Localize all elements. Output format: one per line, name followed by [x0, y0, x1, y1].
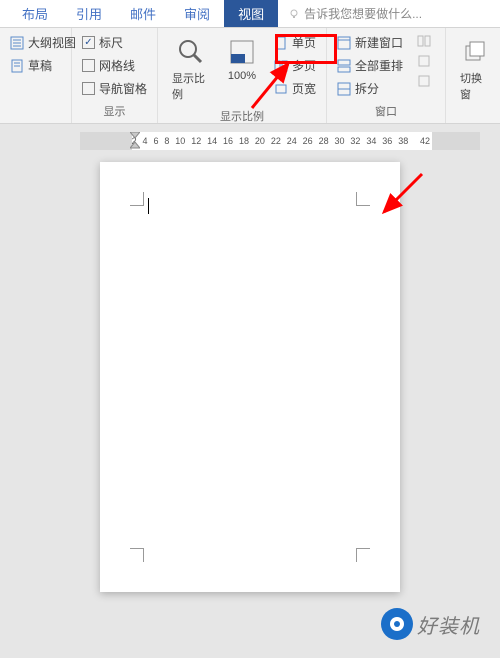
outline-view-label: 大纲视图 [28, 34, 76, 51]
ruler-tick: 34 [366, 136, 376, 146]
sync-scroll-icon [417, 54, 431, 68]
watermark-text: 好装机 [417, 610, 480, 639]
tell-me-search[interactable]: 告诉我您想要做什么... [278, 5, 422, 22]
ruler-tick: 10 [175, 136, 185, 146]
ruler-marks: 8642246810121416182022242628303234363842… [80, 136, 480, 146]
ruler-tick: 12 [191, 136, 201, 146]
margin-corner-tr [356, 192, 370, 206]
ruler-tick: 14 [207, 136, 217, 146]
gridlines-checkbox[interactable]: 网格线 [78, 55, 151, 76]
ruler-tick: 30 [335, 136, 345, 146]
ruler-tick: 38 [398, 136, 408, 146]
tab-review[interactable]: 审阅 [170, 0, 224, 27]
group-show: ✓ 标尺 网格线 导航窗格 显示 [72, 28, 158, 123]
outline-view-button[interactable]: 大纲视图 [6, 32, 80, 53]
ruler-tick: 22 [271, 136, 281, 146]
group-views: 大纲视图 草稿 [0, 28, 72, 123]
group-switch: 切换窗 [446, 28, 500, 123]
arrange-all-icon [337, 59, 351, 73]
ruler-tick: 16 [223, 136, 233, 146]
switch-windows-icon [460, 36, 492, 68]
navpane-checkbox[interactable]: 导航窗格 [78, 78, 151, 99]
ruler-label: 标尺 [99, 34, 123, 51]
navpane-label: 导航窗格 [99, 80, 147, 97]
zoom-label: 显示比例 [172, 70, 210, 102]
switch-windows-button[interactable]: 切换窗 [452, 32, 500, 106]
ruler-tick: 36 [382, 136, 392, 146]
split-label: 拆分 [355, 80, 379, 97]
tab-references[interactable]: 引用 [62, 0, 116, 27]
show-group-label: 显示 [78, 101, 151, 121]
checkbox-checked-icon: ✓ [82, 36, 95, 49]
lightbulb-icon [288, 8, 300, 20]
margin-corner-bl [130, 548, 144, 562]
one-page-button[interactable]: 单页 [270, 32, 320, 53]
reset-position-button[interactable] [413, 72, 439, 90]
ruler-right-margin [432, 132, 480, 150]
ruler-checkbox[interactable]: ✓ 标尺 [78, 32, 151, 53]
window-group-label: 窗口 [333, 101, 439, 121]
ruler-tick: 4 [143, 136, 148, 146]
watermark: 好装机 [381, 608, 480, 640]
ruler-tick: 6 [153, 136, 158, 146]
tell-me-label: 告诉我您想要做什么... [304, 5, 422, 22]
margin-corner-br [356, 548, 370, 562]
checkbox-icon [82, 59, 95, 72]
ruler-left-margin [80, 132, 132, 150]
ruler-tick: 8 [164, 136, 169, 146]
ruler-tick: 20 [255, 136, 265, 146]
ruler-tick: 18 [239, 136, 249, 146]
one-page-icon [274, 36, 288, 50]
tab-mailings[interactable]: 邮件 [116, 0, 170, 27]
draft-view-label: 草稿 [28, 57, 52, 74]
ruler-tick: 26 [303, 136, 313, 146]
tab-layout[interactable]: 布局 [8, 0, 62, 27]
ruler-tick: 32 [350, 136, 360, 146]
arrow-annotation-1 [244, 56, 304, 116]
arrow-annotation-2 [378, 168, 430, 220]
ribbon-tabs: 布局 引用 邮件 审阅 视图 告诉我您想要做什么... [0, 0, 500, 28]
ruler-tick: 24 [287, 136, 297, 146]
arrange-all-label: 全部重排 [355, 57, 403, 74]
ruler-tick: 28 [319, 136, 329, 146]
margin-corner-tl [130, 192, 144, 206]
arrange-all-button[interactable]: 全部重排 [333, 55, 407, 76]
side-by-side-icon [417, 34, 431, 48]
document-page[interactable] [100, 162, 400, 592]
outline-icon [10, 36, 24, 50]
tab-view[interactable]: 视图 [224, 0, 278, 27]
split-icon [337, 82, 351, 96]
text-cursor [148, 198, 149, 214]
switch-windows-label: 切换窗 [460, 70, 492, 102]
side-by-side-button[interactable] [413, 32, 439, 50]
ruler-tick: 42 [420, 136, 430, 146]
document-area [0, 162, 500, 592]
zoom-button[interactable]: 显示比例 [164, 32, 218, 106]
one-page-label: 单页 [292, 34, 316, 51]
sync-scroll-button[interactable] [413, 52, 439, 70]
new-window-label: 新建窗口 [355, 34, 403, 51]
gridlines-label: 网格线 [99, 57, 135, 74]
group-window: 新建窗口 全部重排 拆分 [327, 28, 446, 123]
checkbox-icon [82, 82, 95, 95]
new-window-button[interactable]: 新建窗口 [333, 32, 407, 53]
new-window-icon [337, 36, 351, 50]
draft-icon [10, 59, 24, 73]
split-button[interactable]: 拆分 [333, 78, 407, 99]
indent-marker-icon[interactable] [130, 132, 140, 150]
magnifier-icon [175, 36, 207, 68]
reset-position-icon [417, 74, 431, 88]
watermark-logo-icon [381, 608, 413, 640]
draft-view-button[interactable]: 草稿 [6, 55, 80, 76]
horizontal-ruler[interactable]: 8642246810121416182022242628303234363842… [80, 132, 480, 150]
